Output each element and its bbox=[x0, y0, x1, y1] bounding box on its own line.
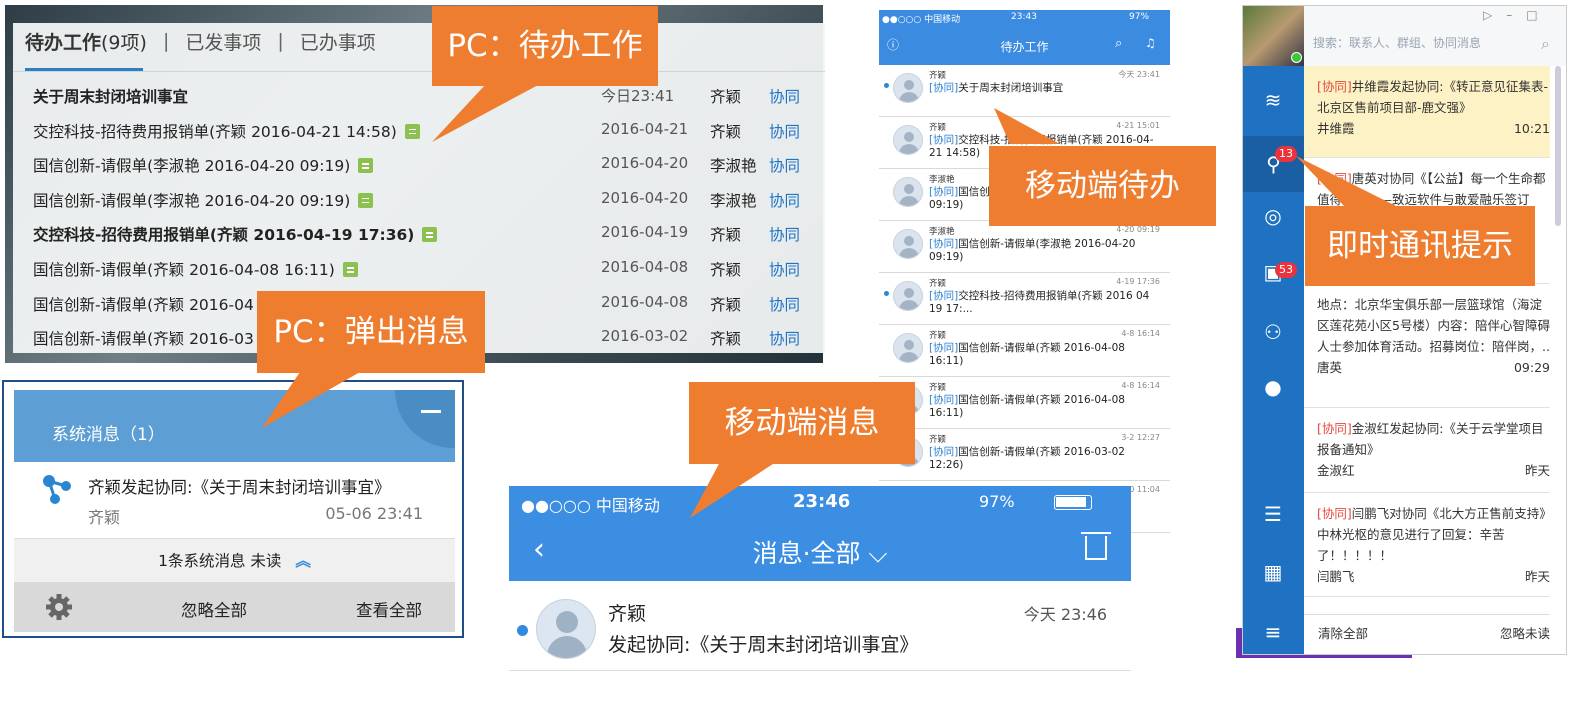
callout-pc-popup: PC：弹出消息 bbox=[257, 291, 485, 373]
pointer-pc-todo bbox=[432, 84, 540, 142]
callout-mobile-todo: 移动端待办 bbox=[989, 146, 1216, 226]
callout-pc-todo: PC：待办工作 bbox=[432, 6, 658, 86]
callout-im: 即时通讯提示 bbox=[1305, 206, 1535, 286]
pointer-mobile-msg bbox=[690, 462, 776, 518]
callout-mobile-msg: 移动端消息 bbox=[689, 382, 915, 464]
pointer-pc-popup bbox=[262, 372, 360, 428]
callout-pointers bbox=[262, 84, 1400, 518]
pointer-mobile-todo bbox=[994, 108, 1060, 144]
pointer-im bbox=[1296, 156, 1400, 208]
